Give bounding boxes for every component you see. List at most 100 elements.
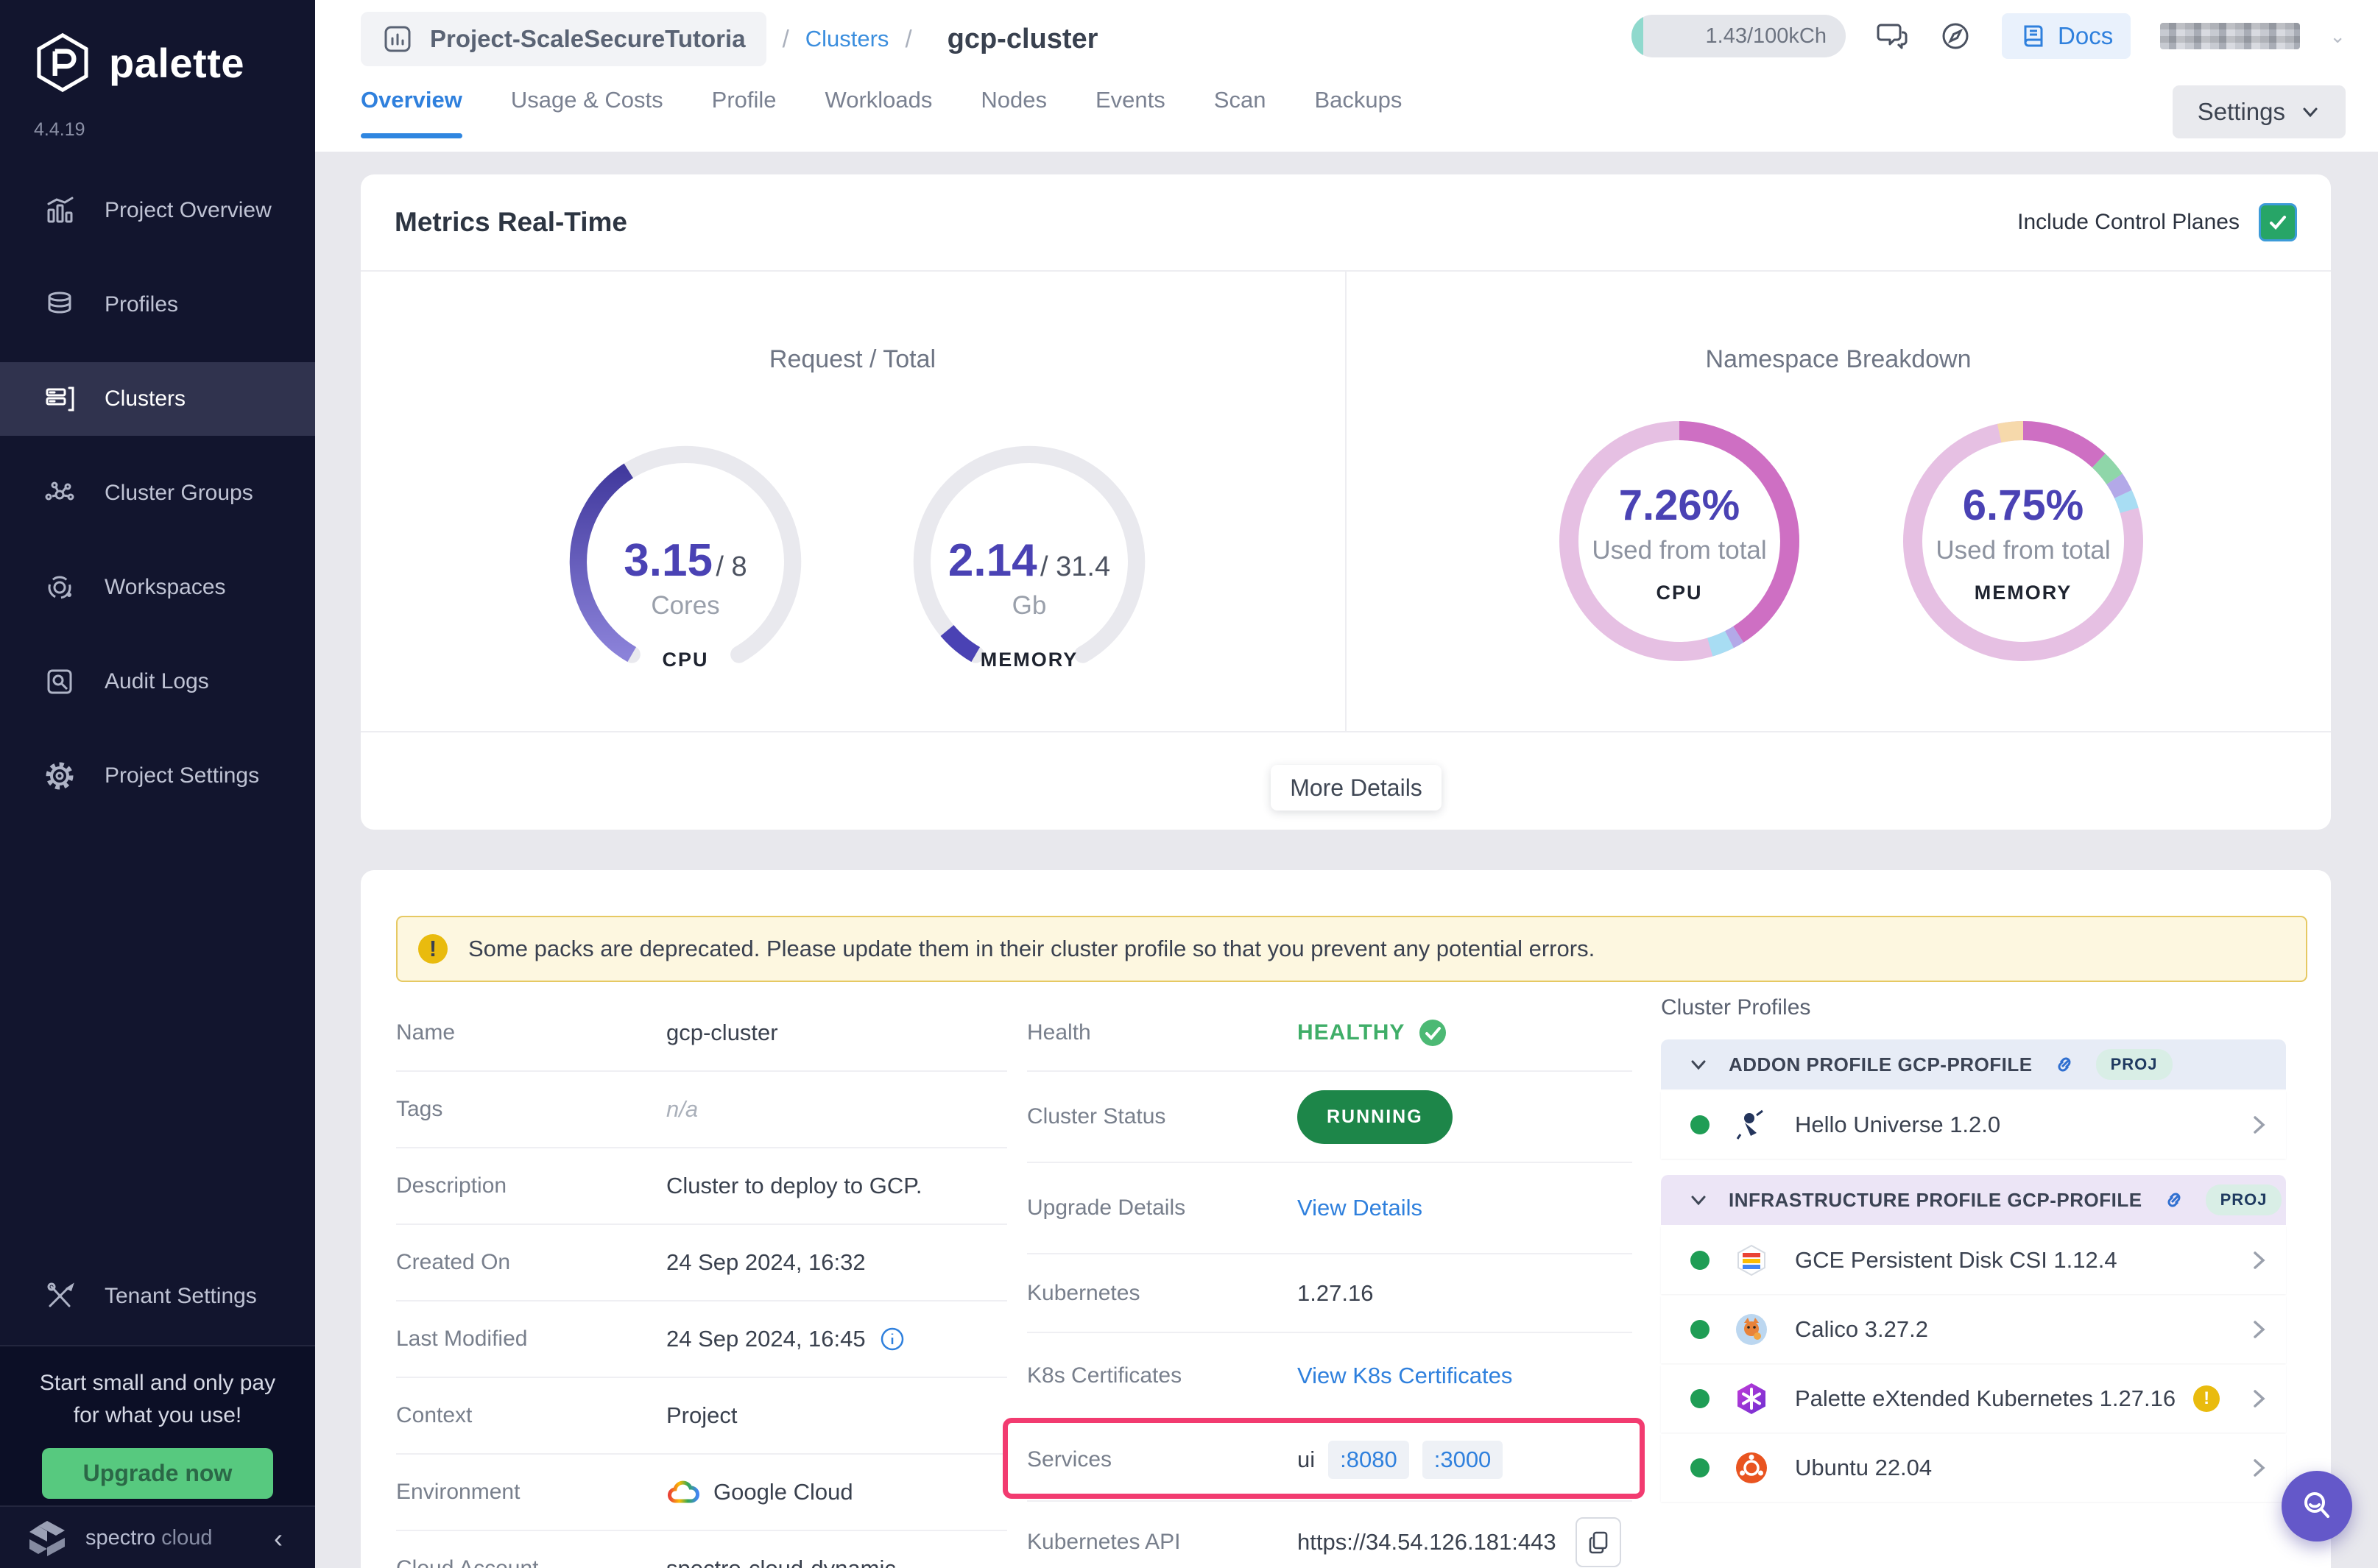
tab-usage-costs[interactable]: Usage & Costs	[511, 87, 663, 138]
user-name-redacted[interactable]	[2160, 23, 2300, 49]
proj-badge: PROJ	[2096, 1049, 2173, 1080]
page-title: gcp-cluster	[948, 24, 1098, 55]
cpu-namespace-donut: 7.26% Used from total CPU	[1554, 416, 1804, 666]
tab-overview[interactable]: Overview	[361, 87, 462, 138]
help-beacon-button[interactable]	[2282, 1471, 2352, 1541]
cpu-gauge: 3.15 / 8 Cores CPU	[564, 440, 807, 683]
sidebar-item-audit-logs[interactable]: Audit Logs	[0, 645, 315, 718]
sidebar-item-cluster-groups[interactable]: Cluster Groups	[0, 456, 315, 530]
check-icon	[2267, 211, 2289, 233]
healthy-check-icon	[1418, 1018, 1447, 1048]
network-nodes-icon	[43, 476, 77, 510]
include-control-planes-label: Include Control Planes	[2017, 210, 2240, 235]
detail-row-context: Context Project	[396, 1378, 1007, 1455]
status-dot	[1690, 1458, 1710, 1477]
running-status-badge: RUNNING	[1297, 1090, 1453, 1144]
detail-row-kubernetes: Kubernetes 1.27.16	[1027, 1254, 1632, 1333]
breadcrumb: Project-ScaleSecureTutoria / Clusters / …	[361, 12, 1098, 66]
chat-icon[interactable]	[1875, 19, 1909, 53]
detail-row-k8s-certificates: K8s Certificates View K8s Certificates	[1027, 1333, 1632, 1419]
sidebar: palette 4.4.19 Project Overview Profiles	[0, 0, 315, 1568]
tab-workloads[interactable]: Workloads	[825, 87, 933, 138]
divider	[361, 731, 2331, 732]
sidebar-item-clusters[interactable]: Clusters	[0, 362, 315, 436]
pxk-icon	[1733, 1380, 1770, 1417]
docs-button[interactable]: Docs	[2002, 13, 2131, 59]
project-selector[interactable]: Project-ScaleSecureTutoria	[361, 12, 766, 66]
brand-name: palette	[109, 39, 244, 87]
profile-row-gce-persistent-disk[interactable]: GCE Persistent Disk CSI 1.12.4	[1661, 1226, 2286, 1294]
tab-backups[interactable]: Backups	[1314, 87, 1402, 138]
tab-events[interactable]: Events	[1095, 87, 1165, 138]
chevron-down-icon	[1687, 1189, 1710, 1211]
footer-brand: spectro cloud	[85, 1526, 213, 1550]
spectro-cloud-logo-icon	[27, 1519, 68, 1558]
detail-row-name: Name gcp-cluster	[396, 995, 1007, 1072]
breadcrumb-clusters-link[interactable]: Clusters	[805, 26, 889, 52]
cluster-profiles-panel: Cluster Profiles ADDON PROFILE GCP-PROFI…	[1661, 995, 2286, 1502]
chevron-right-icon	[2249, 1454, 2268, 1482]
compass-icon[interactable]	[1938, 19, 1972, 53]
docs-label: Docs	[2058, 22, 2113, 50]
memory-gauge: 2.14 / 31.4 Gb MEMORY	[908, 440, 1151, 683]
usage-progress-bar	[1631, 15, 1643, 57]
memory-donut-value: 6.75% Used from total MEMORY	[1898, 481, 2148, 604]
app-version: 4.4.19	[0, 93, 315, 141]
service-port-8080-link[interactable]: :8080	[1328, 1441, 1409, 1479]
cluster-profiles-title: Cluster Profiles	[1661, 995, 2286, 1020]
profile-row-calico[interactable]: Calico 3.27.2	[1661, 1296, 2286, 1363]
chevron-right-icon	[2249, 1246, 2268, 1274]
app-root: palette 4.4.19 Project Overview Profiles	[0, 0, 2378, 1568]
upgrade-now-button[interactable]: Upgrade now	[42, 1448, 274, 1499]
tools-icon	[43, 1279, 77, 1313]
deprecation-warning-banner: ! Some packs are deprecated. Please upda…	[396, 916, 2307, 982]
link-icon	[2052, 1052, 2077, 1077]
view-k8s-certificates-link[interactable]: View K8s Certificates	[1297, 1363, 1512, 1389]
profile-row-ubuntu[interactable]: Ubuntu 22.04	[1661, 1434, 2286, 1502]
cpu-gauge-value: 3.15 / 8 Cores CPU	[564, 534, 807, 671]
include-control-planes-checkbox[interactable]	[2259, 203, 2297, 241]
profile-row-hello-universe[interactable]: Hello Universe 1.2.0	[1661, 1091, 2286, 1159]
more-details-button[interactable]: More Details	[1271, 765, 1442, 811]
settings-label: Settings	[2198, 98, 2285, 126]
sidebar-item-label: Project Overview	[105, 198, 272, 223]
usage-quota-pill[interactable]: 1.43/100kCh	[1631, 15, 1846, 57]
infrastructure-profile-section-header[interactable]: INFRASTRUCTURE PROFILE GCP-PROFILE PROJ	[1661, 1175, 2286, 1225]
metrics-card-header: Metrics Real-Time Include Control Planes	[361, 174, 2331, 270]
tab-scan[interactable]: Scan	[1214, 87, 1266, 138]
sidebar-nav: Project Overview Profiles Clusters Clust…	[0, 174, 315, 833]
chevron-right-icon	[2249, 1385, 2268, 1413]
metrics-title: Metrics Real-Time	[395, 207, 627, 238]
sidebar-item-label: Workspaces	[105, 575, 226, 600]
warning-text: Some packs are deprecated. Please update…	[468, 936, 1595, 962]
tab-profile[interactable]: Profile	[712, 87, 777, 138]
cluster-details-middle: Health HEALTHY Cluster Status RUNNING Up…	[1027, 995, 1632, 1568]
sidebar-item-label: Project Settings	[105, 763, 259, 788]
service-port-3000-link[interactable]: :3000	[1422, 1441, 1503, 1479]
view-details-link[interactable]: View Details	[1297, 1195, 1422, 1221]
detail-row-kubernetes-api: Kubernetes API https://34.54.126.181:443	[1027, 1502, 1632, 1568]
user-menu-chevron-icon[interactable]: ⌄	[2329, 25, 2346, 48]
info-icon[interactable]	[879, 1326, 906, 1352]
sidebar-item-project-settings[interactable]: Project Settings	[0, 739, 315, 813]
settings-button[interactable]: Settings	[2173, 85, 2346, 138]
service-name: ui	[1297, 1447, 1315, 1473]
divider	[1345, 270, 1347, 731]
copy-button[interactable]	[1576, 1517, 1621, 1567]
sidebar-footer: spectro cloud ‹	[0, 1505, 315, 1568]
sidebar-item-workspaces[interactable]: Workspaces	[0, 551, 315, 624]
collapse-sidebar-icon[interactable]: ‹	[274, 1523, 283, 1554]
sidebar-item-tenant-settings[interactable]: Tenant Settings	[0, 1260, 315, 1333]
sidebar-item-profiles[interactable]: Profiles	[0, 268, 315, 342]
namespace-breakdown-title: Namespace Breakdown	[1347, 345, 2330, 374]
layers-icon	[43, 288, 77, 322]
cpu-donut-value: 7.26% Used from total CPU	[1554, 481, 1804, 604]
profile-row-palette-extended-kubernetes[interactable]: Palette eXtended Kubernetes 1.27.16 !	[1661, 1365, 2286, 1433]
detail-row-upgrade-details: Upgrade Details View Details	[1027, 1163, 1632, 1254]
sidebar-item-project-overview[interactable]: Project Overview	[0, 174, 315, 247]
pack-warning-icon: !	[2193, 1385, 2220, 1412]
cluster-details-left: Name gcp-cluster Tags n/a Description Cl…	[396, 995, 1007, 1568]
addon-profile-section-header[interactable]: ADDON PROFILE GCP-PROFILE PROJ	[1661, 1039, 2286, 1090]
tab-nodes[interactable]: Nodes	[981, 87, 1047, 138]
detail-row-environment: Environment Google Cloud	[396, 1455, 1007, 1531]
